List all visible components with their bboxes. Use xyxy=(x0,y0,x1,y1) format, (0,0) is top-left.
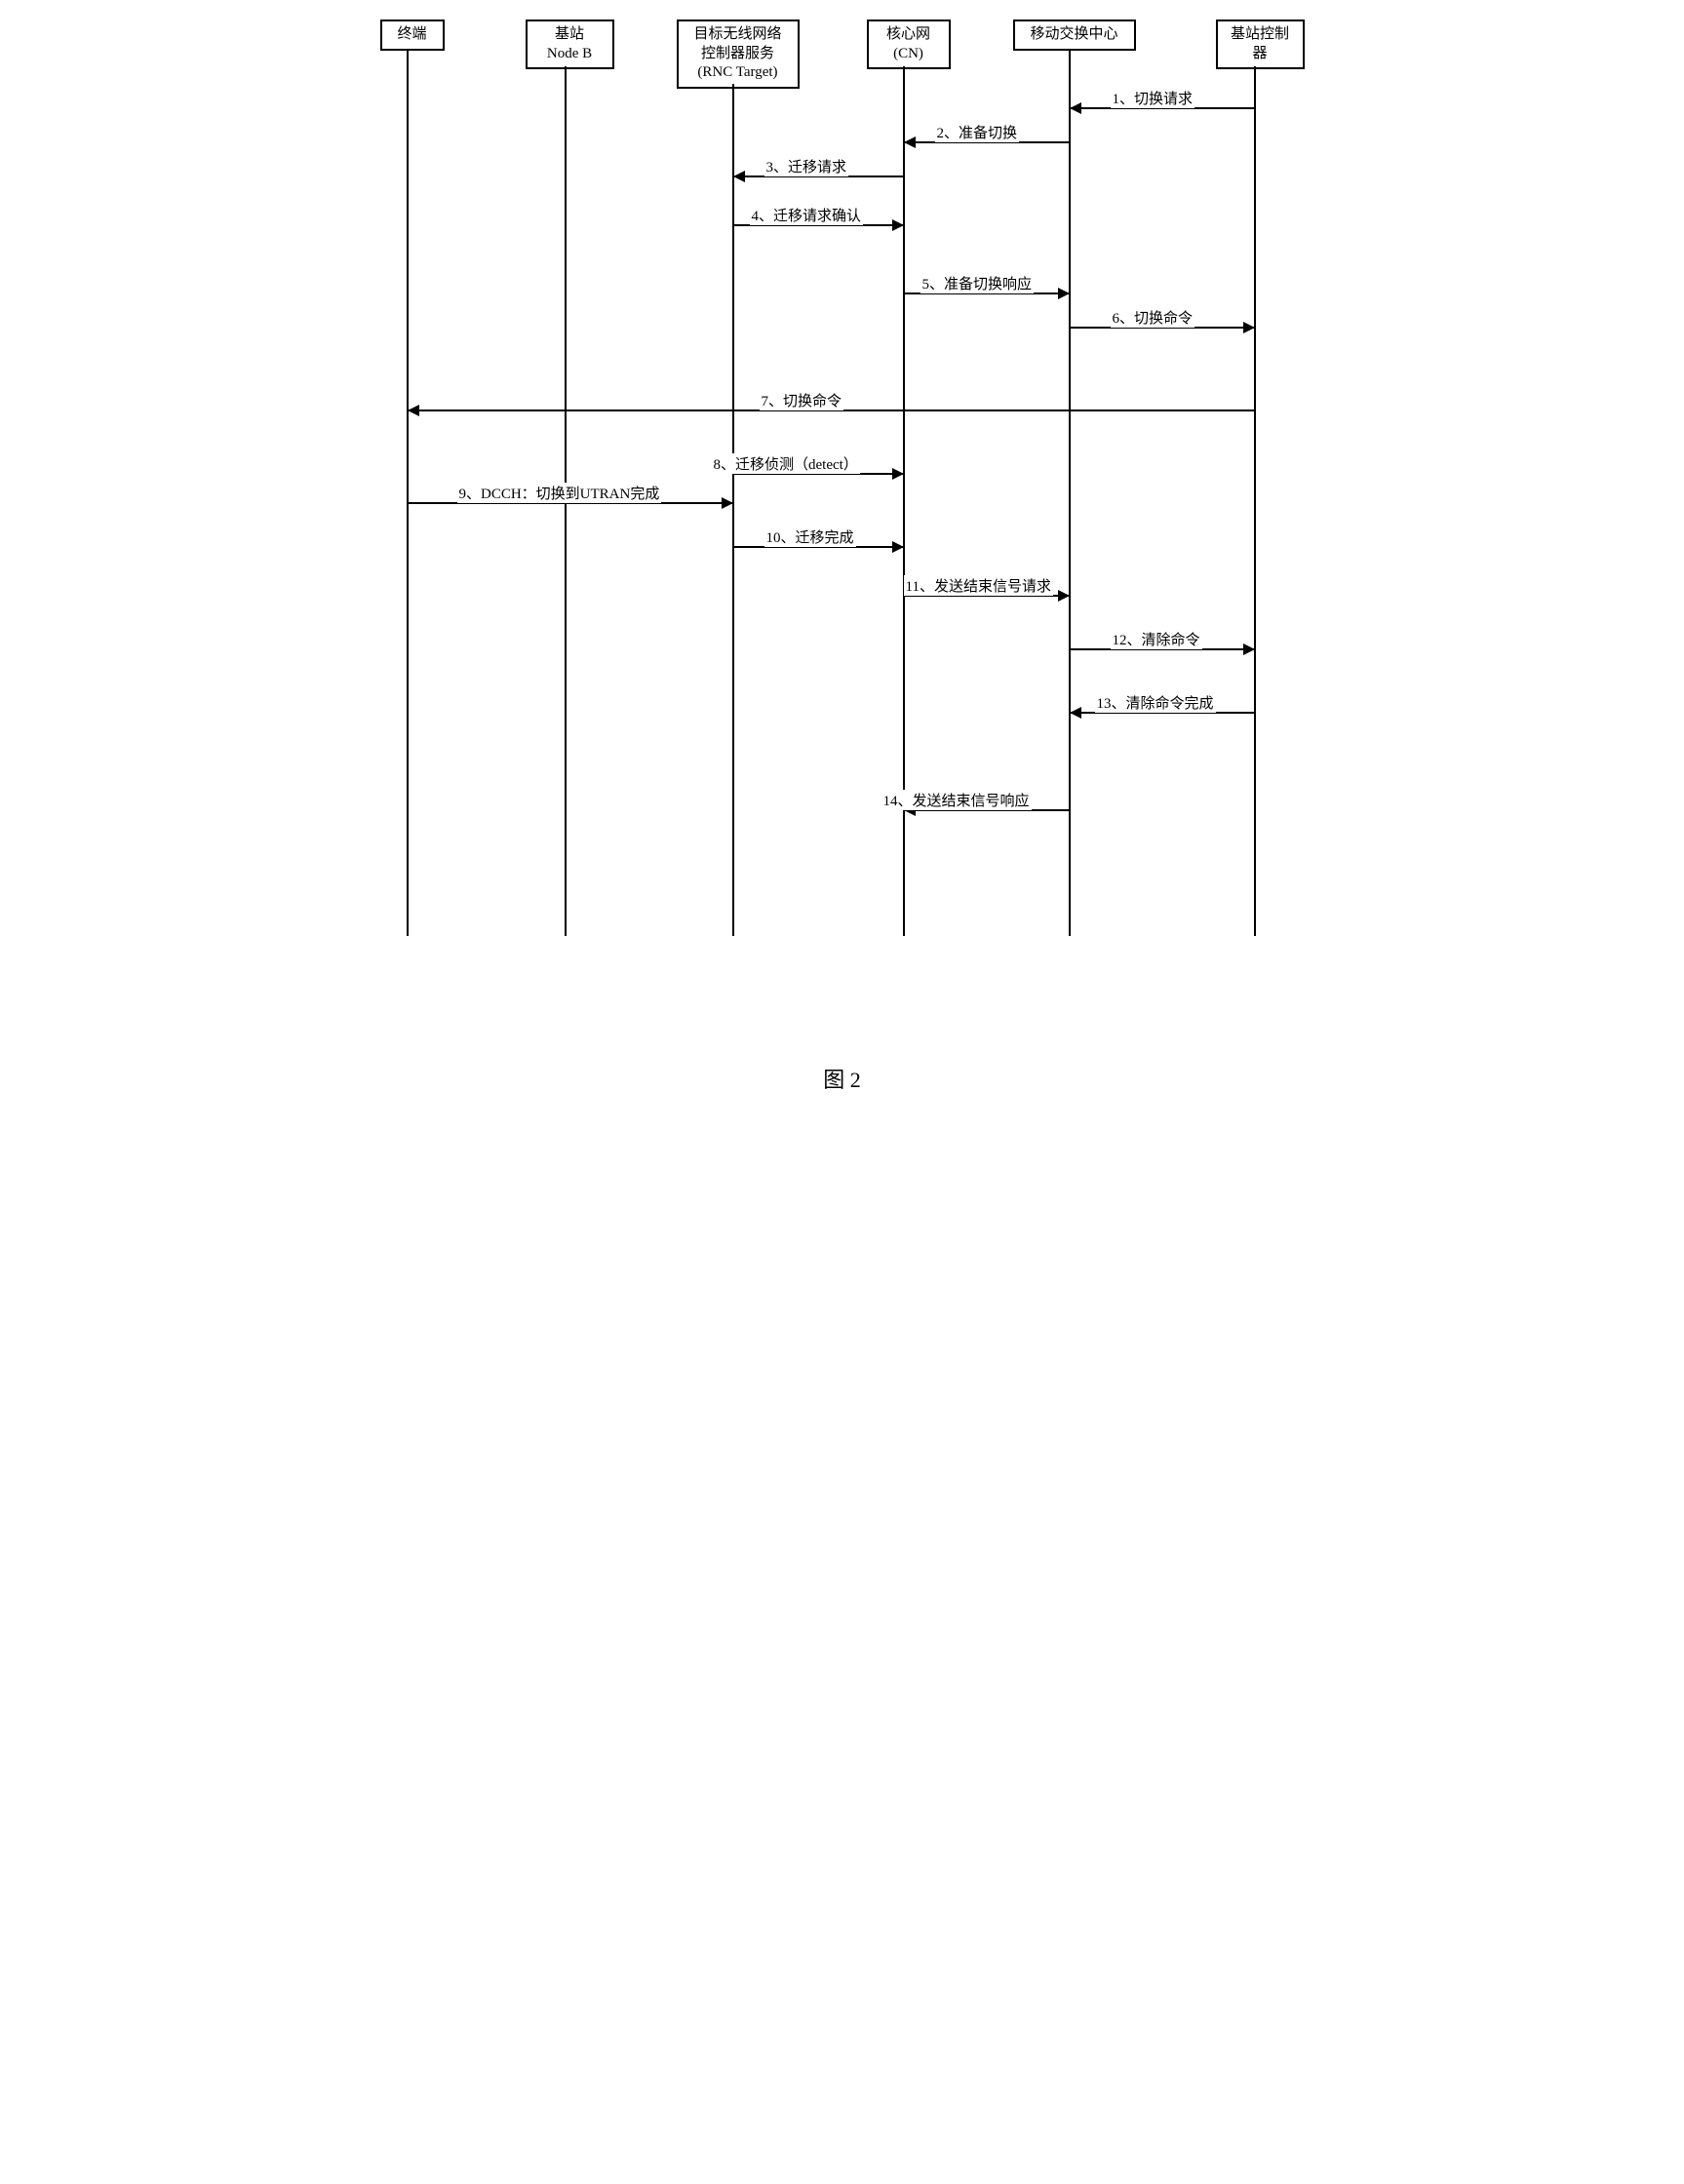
arrow-head-icon xyxy=(892,468,904,480)
figure-caption: 图 2 xyxy=(20,1063,1664,1094)
lifeline-rnc: 目标无线网络 控制器服务 (RNC Target) xyxy=(677,20,800,89)
lifeline-line xyxy=(407,49,409,936)
lifeline-label: 目标无线网络 控制器服务 (RNC Target) xyxy=(693,26,781,80)
arrow-head-icon xyxy=(1058,590,1070,602)
lifeline-bsc: 基站控制 器 xyxy=(1216,20,1305,69)
sequence-diagram: 终端 基站 Node B 目标无线网络 控制器服务 (RNC Target) 核… xyxy=(374,20,1311,994)
lifeline-nodeb: 基站 Node B xyxy=(526,20,614,69)
arrow-head-icon xyxy=(1243,322,1255,333)
lifeline-label: 移动交换中心 xyxy=(1030,26,1117,42)
msg-label: 11、发送结束信号请求 xyxy=(904,575,1053,596)
arrow-head-icon xyxy=(1243,644,1255,655)
msg-label: 4、迁移请求确认 xyxy=(750,205,864,225)
msg-label: 2、准备切换 xyxy=(935,122,1020,142)
msg-label: 14、发送结束信号响应 xyxy=(881,790,1032,810)
lifeline-label: 核心网 (CN) xyxy=(886,26,930,61)
lifeline-label: 基站 Node B xyxy=(547,26,592,61)
msg-label: 1、切换请求 xyxy=(1111,88,1195,108)
msg-label: 5、准备切换响应 xyxy=(920,273,1035,293)
msg-label: 3、迁移请求 xyxy=(764,156,849,176)
lifeline-line xyxy=(1254,66,1256,936)
msg-label: 8、迁移侦测（detect） xyxy=(712,453,860,474)
arrow-head-icon xyxy=(408,405,419,416)
arrow-head-icon xyxy=(892,219,904,231)
msg-label: 9、DCCH：切换到UTRAN完成 xyxy=(457,483,662,503)
lifeline-label: 基站控制 器 xyxy=(1231,26,1289,61)
lifeline-terminal: 终端 xyxy=(380,20,445,51)
lifeline-line xyxy=(1069,49,1071,936)
lifeline-label: 终端 xyxy=(397,26,426,42)
lifeline-cn: 核心网 (CN) xyxy=(867,20,951,69)
arrow-head-icon xyxy=(722,497,733,509)
lifeline-line xyxy=(732,84,734,936)
msg-label: 6、切换命令 xyxy=(1111,307,1195,328)
msg-label: 13、清除命令完成 xyxy=(1095,692,1216,713)
msg-label: 12、清除命令 xyxy=(1111,629,1202,649)
arrow-head-icon xyxy=(892,541,904,553)
arrow-head-icon xyxy=(1070,102,1081,114)
arrow-head-icon xyxy=(1058,288,1070,299)
arrow-head-icon xyxy=(904,136,916,148)
msg-label: 10、迁移完成 xyxy=(764,526,856,547)
msg-label: 7、切换命令 xyxy=(760,390,844,410)
arrow-head-icon xyxy=(733,171,745,182)
lifeline-msc: 移动交换中心 xyxy=(1013,20,1136,51)
arrow-head-icon xyxy=(1070,707,1081,719)
